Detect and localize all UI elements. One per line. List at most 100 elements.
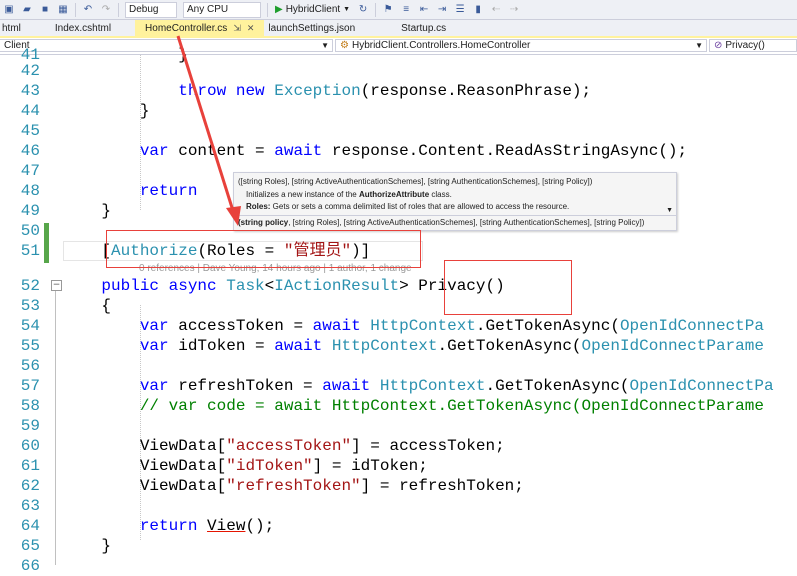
tab-label: html	[2, 22, 21, 34]
code-text: var accessToken = await HttpContext.GetT…	[139, 317, 764, 335]
code-text: public async Task<IActionResult> Privacy…	[101, 277, 505, 295]
run-button[interactable]: ▶ HybridClient ▼	[271, 4, 354, 15]
line-number: 45	[20, 122, 40, 140]
save-all-icon[interactable]: ▦	[57, 4, 69, 16]
prev-bookmark-icon[interactable]: ⇠	[490, 4, 502, 16]
tab-html[interactable]: html	[0, 20, 31, 36]
toolbar-separator	[375, 2, 377, 17]
code-line[interactable]: 59	[0, 416, 797, 436]
code-text: ViewData["refreshToken"] = refreshToken;	[63, 477, 524, 495]
line-number: 62	[20, 477, 40, 495]
code-line[interactable]: 61 ViewData["idToken"] = idToken;	[0, 456, 797, 476]
open-folder-icon[interactable]: ▰	[21, 4, 33, 16]
browser-link-icon[interactable]: ⚑	[382, 4, 394, 16]
tab-startup[interactable]: Startup.cs	[365, 20, 456, 36]
line-number: 57	[20, 377, 40, 395]
chevron-down-icon[interactable]: ▼	[666, 207, 673, 214]
code-line[interactable]: 43 throw new Exception(response.ReasonPh…	[0, 81, 797, 101]
code-text: ViewData["accessToken"] = accessToken;	[63, 437, 505, 455]
format-document-icon[interactable]: ≡	[400, 4, 412, 16]
code-line[interactable]: 57 var refreshToken = await HttpContext.…	[0, 376, 797, 396]
code-text: var refreshToken = await HttpContext.Get…	[139, 377, 774, 395]
code-text: }	[63, 102, 150, 120]
tooltip-overload[interactable]: (string policy, [string Roles], [string …	[234, 216, 676, 230]
code-text: var idToken = await HttpContext.GetToken…	[139, 337, 764, 355]
redo-icon[interactable]: ↷	[100, 4, 112, 16]
line-number: 65	[20, 537, 40, 555]
tooltip-summary: Initializes a new instance of the Author…	[234, 188, 676, 200]
comment-icon[interactable]: ☰	[454, 4, 466, 16]
platform-value: Any CPU	[187, 4, 229, 15]
tab-label: launchSettings.json	[268, 22, 356, 34]
line-number: 64	[20, 517, 40, 535]
line-number: 44	[20, 102, 40, 120]
tooltip-signature: ([string Roles], [string ActiveAuthentic…	[238, 177, 593, 186]
line-number: 56	[20, 357, 40, 375]
line-number: 63	[20, 497, 40, 515]
summary-class: AuthorizeAttribute	[358, 190, 430, 199]
overload-rest: , [string Roles], [string ActiveAuthenti…	[288, 218, 645, 227]
line-number: 66	[20, 557, 40, 575]
tab-launchsettings[interactable]: launchSettings.json	[264, 20, 365, 36]
main-toolbar: ▣ ▰ ■ ▦ ↶ ↷ Debug Any CPU ▶ HybridClient…	[0, 0, 797, 20]
code-line[interactable]: 60 ViewData["accessToken"] = accessToken…	[0, 436, 797, 456]
param-desc: Gets or sets a comma delimited list of r…	[270, 202, 570, 211]
code-line[interactable]: 62 ViewData["refreshToken"] = refreshTok…	[0, 476, 797, 496]
bookmark-icon[interactable]: ▮	[472, 4, 484, 16]
code-line[interactable]: 44 }	[0, 101, 797, 121]
code-text: }	[63, 202, 112, 220]
pin-icon[interactable]: ⇲	[233, 23, 241, 34]
code-line[interactable]: 55 var idToken = await HttpContext.GetTo…	[0, 336, 797, 356]
line-number: 54	[20, 317, 40, 335]
code-text: {	[63, 297, 112, 315]
code-line[interactable]: 54 var accessToken = await HttpContext.G…	[0, 316, 797, 336]
code-text: var content = await response.Content.Rea…	[139, 142, 688, 160]
code-text: return	[139, 182, 198, 200]
line-number: 42	[20, 62, 40, 80]
line-number: 50	[20, 222, 40, 240]
save-icon[interactable]: ■	[39, 4, 51, 16]
code-line[interactable]: 53 {	[0, 296, 797, 316]
code-line[interactable]: 66	[0, 556, 797, 576]
code-line[interactable]: 52 public async Task<IActionResult> Priv…	[0, 276, 797, 296]
toolbar-separator	[267, 2, 268, 17]
undo-icon[interactable]: ↶	[82, 4, 94, 16]
code-text: throw new Exception(response.ReasonPhras…	[178, 82, 592, 100]
outdent-icon[interactable]: ⇤	[418, 4, 430, 16]
code-line[interactable]: 45	[0, 121, 797, 141]
new-project-icon[interactable]: ▣	[3, 4, 15, 16]
refresh-icon[interactable]: ↻	[357, 4, 369, 16]
line-number: 46	[20, 142, 40, 160]
line-number: 53	[20, 297, 40, 315]
next-bookmark-icon[interactable]: ⇢	[508, 4, 520, 16]
code-line[interactable]: 63	[0, 496, 797, 516]
summary-suffix: class.	[429, 190, 452, 199]
code-line[interactable]: 46 var content = await response.Content.…	[0, 141, 797, 161]
code-text: ViewData["idToken"] = idToken;	[63, 457, 428, 475]
code-line[interactable]: 56	[0, 356, 797, 376]
code-line[interactable]: 58 // var code = await HttpContext.GetTo…	[0, 396, 797, 416]
toolbar-separator	[75, 2, 76, 17]
code-line[interactable]: 42	[0, 61, 797, 81]
annotation-box-authorize	[106, 230, 421, 268]
tooltip-param: Roles: Gets or sets a comma delimited li…	[234, 200, 676, 212]
indent-icon[interactable]: ⇥	[436, 4, 448, 16]
line-number: 58	[20, 397, 40, 415]
line-number: 51	[20, 242, 40, 260]
tab-homecontroller[interactable]: HomeController.cs ⇲ ✕	[135, 20, 265, 36]
platform-select[interactable]: Any CPU	[183, 1, 261, 18]
code-text: // var code = await HttpContext.GetToken…	[139, 397, 764, 415]
close-icon[interactable]: ✕	[247, 23, 255, 34]
code-line[interactable]: 65 }	[0, 536, 797, 556]
configuration-select[interactable]: Debug	[125, 1, 177, 18]
code-text: }	[63, 537, 112, 555]
line-number: 49	[20, 202, 40, 220]
line-number: 43	[20, 82, 40, 100]
line-number: 60	[20, 437, 40, 455]
parameter-info-tooltip: ([string Roles], [string ActiveAuthentic…	[233, 172, 677, 231]
tab-index-cshtml[interactable]: Index.cshtml	[31, 20, 135, 36]
code-text: return View();	[139, 517, 275, 535]
line-number: 48	[20, 182, 40, 200]
code-line[interactable]: 64 return View();	[0, 516, 797, 536]
code-editor[interactable]: − 41 } 42 43 throw new Exception(response.…	[0, 46, 797, 575]
